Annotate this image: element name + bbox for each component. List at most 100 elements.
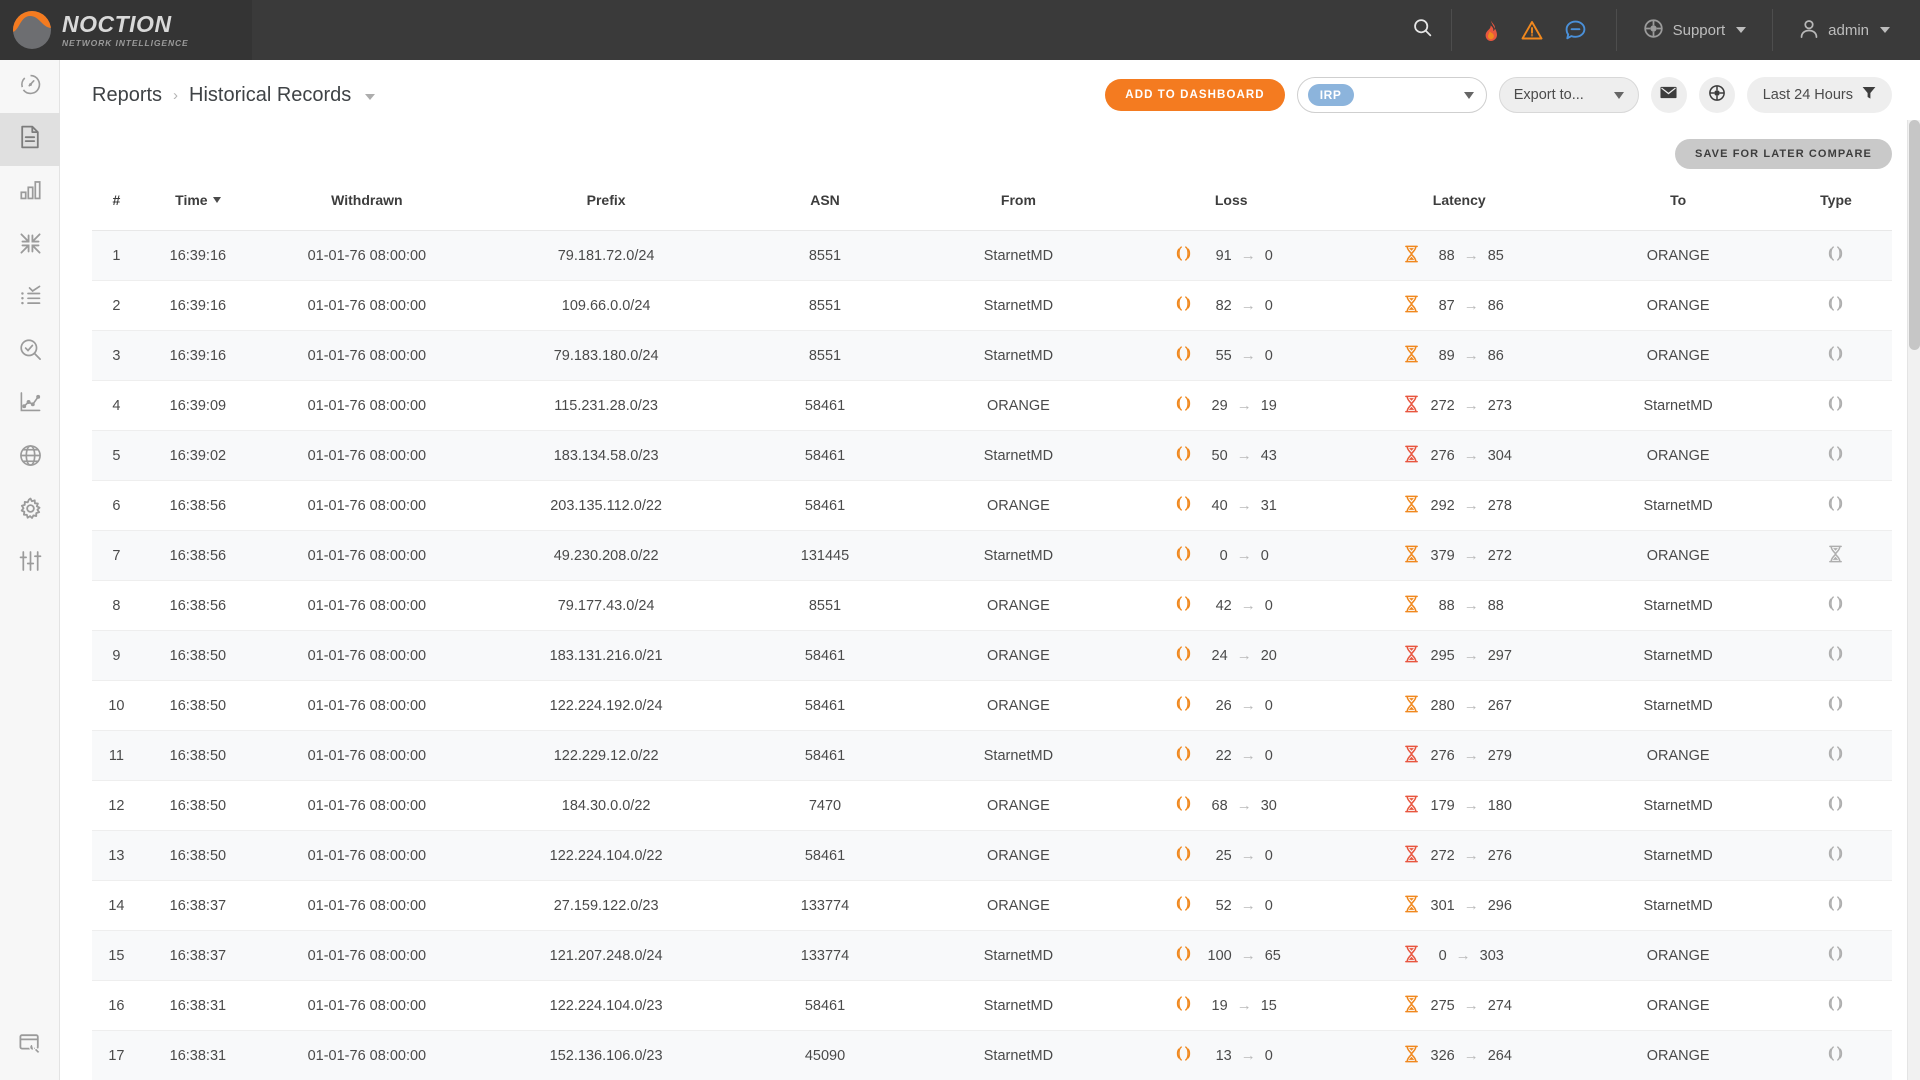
user-menu[interactable]: admin — [1773, 0, 1920, 60]
column-header-to[interactable]: To — [1576, 178, 1780, 231]
table-row[interactable]: 14 16:38:37 01-01-76 08:00:00 27.159.122.0/… — [92, 880, 1892, 931]
sidebar-item-controls[interactable] — [0, 537, 60, 590]
cell-prefix[interactable]: 109.66.0.0/24 — [478, 280, 734, 331]
table-row[interactable]: 6 16:38:56 01-01-76 08:00:00 203.135.112.0/… — [92, 480, 1892, 531]
cell-asn[interactable]: 7470 — [733, 780, 917, 831]
cell-asn[interactable]: 58461 — [733, 730, 917, 781]
cell-asn[interactable]: 58461 — [733, 680, 917, 731]
cell-asn[interactable]: 58461 — [733, 430, 917, 481]
breadcrumb-current[interactable]: Historical Records — [189, 84, 351, 107]
loss-to: 0 — [1264, 747, 1273, 764]
cell-asn[interactable]: 8551 — [733, 580, 917, 631]
scrollbar-thumb[interactable] — [1909, 120, 1920, 350]
latency-to: 297 — [1487, 647, 1512, 664]
cell-asn[interactable]: 8551 — [733, 280, 917, 331]
column-header-prefix[interactable]: Prefix — [478, 178, 734, 231]
cell-asn[interactable]: 58461 — [733, 980, 917, 1031]
add-to-dashboard-button[interactable]: ADD TO DASHBOARD — [1105, 79, 1285, 111]
policy-select[interactable]: IRP — [1296, 77, 1487, 113]
cell-prefix[interactable]: 115.231.28.0/23 — [478, 380, 734, 431]
export-select[interactable]: Export to... — [1498, 77, 1639, 113]
column-header-type[interactable]: Type — [1779, 178, 1892, 231]
help-button[interactable] — [1698, 77, 1735, 113]
cell-prefix[interactable]: 122.224.104.0/23 — [478, 980, 734, 1031]
sidebar-item-analytics[interactable] — [0, 378, 60, 431]
table-row[interactable]: 7 16:38:56 01-01-76 08:00:00 49.230.208.0/2… — [92, 530, 1892, 581]
table-row[interactable]: 11 16:38:50 01-01-76 08:00:00 122.229.12.0/… — [92, 730, 1892, 781]
sidebar-item-statistics[interactable] — [0, 166, 60, 219]
column-header-asn[interactable]: ASN — [733, 178, 917, 231]
cell-from: StarnetMD — [916, 230, 1121, 281]
cell-asn[interactable]: 58461 — [733, 380, 917, 431]
cell-prefix[interactable]: 122.224.192.0/24 — [478, 680, 734, 731]
cell-asn[interactable]: 58461 — [733, 830, 917, 881]
breadcrumb-root[interactable]: Reports — [92, 84, 162, 107]
table-row[interactable]: 4 16:39:09 01-01-76 08:00:00 115.231.28.0/2… — [92, 380, 1892, 431]
cell-prefix[interactable]: 79.183.180.0/24 — [478, 330, 734, 381]
sidebar-item-reports[interactable] — [0, 113, 60, 166]
sidebar-item-optimization[interactable] — [0, 219, 60, 272]
arrow-right-icon: → — [1236, 797, 1252, 814]
support-menu[interactable]: Support — [1617, 0, 1773, 60]
flame-icon[interactable] — [1482, 19, 1499, 41]
table-row[interactable]: 9 16:38:50 01-01-76 08:00:00 183.131.216.0/… — [92, 630, 1892, 681]
table-row[interactable]: 15 16:38:37 01-01-76 08:00:00 121.207.248.0… — [92, 930, 1892, 981]
vertical-scrollbar[interactable] — [1907, 120, 1920, 1080]
warning-triangle-icon[interactable] — [1521, 20, 1543, 40]
cell-asn[interactable]: 58461 — [733, 480, 917, 531]
cell-prefix[interactable]: 122.229.12.0/22 — [478, 730, 734, 781]
cell-num: 10 — [92, 680, 141, 731]
cell-asn[interactable]: 8551 — [733, 330, 917, 381]
cell-prefix[interactable]: 184.30.0.0/22 — [478, 780, 734, 831]
cell-prefix[interactable]: 27.159.122.0/23 — [478, 880, 734, 931]
cell-loss: 25 → 0 — [1120, 830, 1343, 881]
table-row[interactable]: 8 16:38:56 01-01-76 08:00:00 79.177.43.0/24… — [92, 580, 1892, 631]
column-header-num[interactable]: # — [92, 178, 141, 231]
column-header-latency[interactable]: Latency — [1342, 178, 1577, 231]
table-row[interactable]: 12 16:38:50 01-01-76 08:00:00 184.30.0.0/22… — [92, 780, 1892, 831]
chat-bubble-icon[interactable] — [1565, 20, 1586, 40]
table-row[interactable]: 5 16:39:02 01-01-76 08:00:00 183.134.58.0/2… — [92, 430, 1892, 481]
column-header-from[interactable]: From — [916, 178, 1121, 231]
column-header-loss[interactable]: Loss — [1120, 178, 1343, 231]
column-header-time[interactable]: Time — [140, 178, 255, 231]
sidebar-item-tasks[interactable] — [0, 272, 60, 325]
cell-asn[interactable]: 133774 — [733, 880, 917, 931]
cell-asn[interactable]: 45090 — [733, 1030, 917, 1080]
cell-prefix[interactable]: 121.207.248.0/24 — [478, 930, 734, 981]
cell-prefix[interactable]: 122.224.104.0/22 — [478, 830, 734, 881]
cell-prefix[interactable]: 183.131.216.0/21 — [478, 630, 734, 681]
sidebar-item-settings[interactable] — [0, 484, 60, 537]
sidebar-item-network[interactable] — [0, 431, 60, 484]
sidebar-item-dashboard[interactable] — [0, 60, 60, 113]
column-header-withdrawn[interactable]: Withdrawn — [254, 178, 479, 231]
cell-asn[interactable]: 8551 — [733, 230, 917, 281]
cell-prefix[interactable]: 49.230.208.0/22 — [478, 530, 734, 581]
email-button[interactable] — [1650, 77, 1687, 113]
cell-type — [1779, 930, 1892, 981]
sidebar-item-inspect[interactable] — [0, 325, 60, 378]
sidebar-item-tools[interactable] — [0, 1019, 60, 1072]
timerange-filter[interactable]: Last 24 Hours — [1746, 77, 1892, 113]
table-row[interactable]: 3 16:39:16 01-01-76 08:00:00 79.183.180.0/2… — [92, 330, 1892, 381]
cell-prefix[interactable]: 203.135.112.0/22 — [478, 480, 734, 531]
chevron-down-icon[interactable] — [365, 94, 376, 100]
cell-prefix[interactable]: 152.136.106.0/23 — [478, 1030, 734, 1080]
cell-latency: 301 → 296 — [1342, 880, 1577, 931]
table-row[interactable]: 17 16:38:31 01-01-76 08:00:00 152.136.106.0… — [92, 1030, 1892, 1080]
cell-prefix[interactable]: 183.134.58.0/23 — [478, 430, 734, 481]
cell-asn[interactable]: 133774 — [733, 930, 917, 981]
cell-asn[interactable]: 58461 — [733, 630, 917, 681]
latency-hourglass-icon — [1404, 795, 1419, 817]
table-row[interactable]: 10 16:38:50 01-01-76 08:00:00 122.224.192.0… — [92, 680, 1892, 731]
table-row[interactable]: 16 16:38:31 01-01-76 08:00:00 122.224.104.0… — [92, 980, 1892, 1031]
cell-prefix[interactable]: 79.181.72.0/24 — [478, 230, 734, 281]
cell-asn[interactable]: 131445 — [733, 530, 917, 581]
search-button[interactable] — [1395, 0, 1451, 60]
save-for-later-compare-button[interactable]: SAVE FOR LATER COMPARE — [1675, 139, 1892, 169]
cell-prefix[interactable]: 79.177.43.0/24 — [478, 580, 734, 631]
table-row[interactable]: 13 16:38:50 01-01-76 08:00:00 122.224.104.0… — [92, 830, 1892, 881]
brand-logo[interactable]: NOCTION NETWORK INTELLIGENCE — [0, 0, 252, 60]
table-row[interactable]: 2 16:39:16 01-01-76 08:00:00 109.66.0.0/24 8… — [92, 280, 1892, 331]
table-row[interactable]: 1 16:39:16 01-01-76 08:00:00 79.181.72.0/24… — [92, 230, 1892, 281]
